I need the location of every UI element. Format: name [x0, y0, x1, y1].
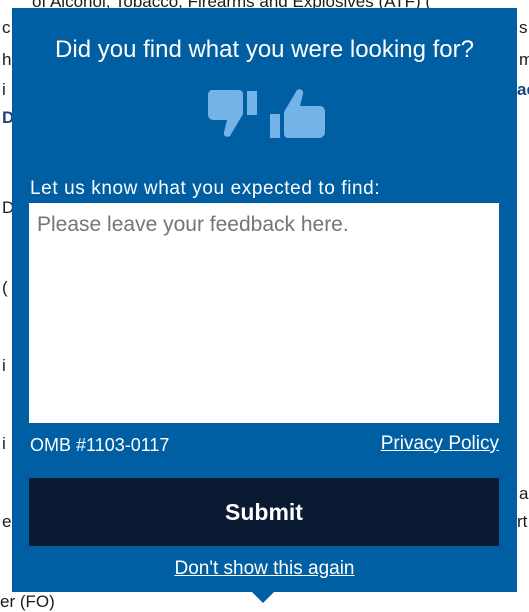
background-left-char: i: [2, 356, 6, 375]
submit-button[interactable]: Submit: [29, 478, 499, 546]
background-right-char: a: [519, 484, 529, 503]
feedback-popup: Did you find what you were looking for? …: [12, 8, 517, 592]
thumbs-down-button[interactable]: [206, 86, 260, 140]
feedback-prompt-label: Let us know what you expected to find:: [30, 178, 381, 199]
background-right-char: rt: [517, 512, 528, 531]
dont-show-again-link[interactable]: Don't show this again: [12, 558, 517, 580]
background-left-char: i: [2, 80, 6, 99]
background-left-char: h: [2, 50, 12, 69]
feedback-question: Did you find what you were looking for?: [55, 36, 474, 63]
vote-buttons: [202, 86, 332, 146]
background-left-char: c: [2, 18, 11, 37]
popup-pointer-arrow: [252, 592, 274, 603]
background-right-char: m: [519, 50, 529, 69]
thumbs-down-icon: [207, 90, 257, 137]
thumbs-up-button[interactable]: [268, 86, 328, 144]
background-left-char: (: [2, 278, 8, 297]
background-left-char: i: [2, 434, 6, 453]
background-right-char: s: [519, 18, 528, 37]
background-right-link[interactable]: ac: [517, 80, 529, 100]
background-bottom-fragment: er (FO): [0, 592, 55, 611]
feedback-textarea[interactable]: [29, 203, 499, 423]
privacy-policy-link[interactable]: Privacy Policy: [381, 433, 499, 455]
thumbs-up-icon: [270, 89, 325, 138]
background-left-char: e: [2, 512, 12, 531]
omb-number: OMB #1103-0117: [30, 435, 170, 455]
